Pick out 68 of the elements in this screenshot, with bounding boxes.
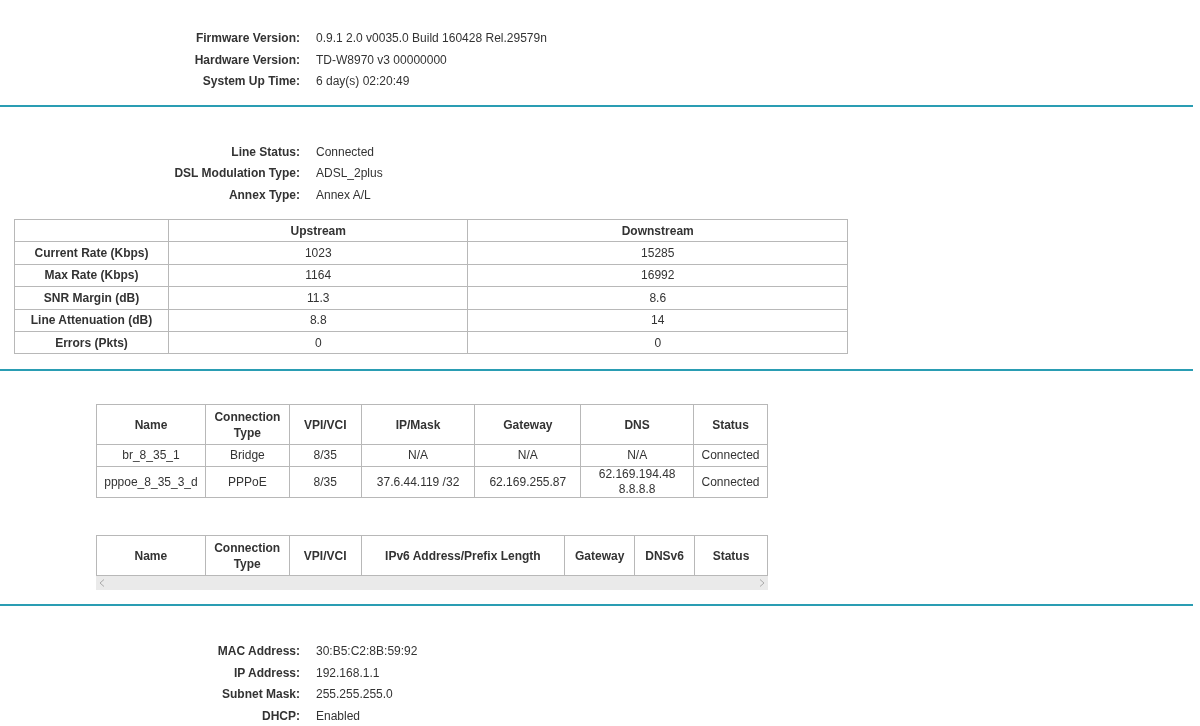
field-label: Annex Type:: [228, 186, 300, 204]
table-cell: pppoe_8_35_3_d: [96, 466, 206, 498]
column-header: Connection Type: [205, 535, 290, 576]
field-label: IP Address:: [233, 664, 300, 682]
field-value: Annex A/L: [316, 186, 371, 204]
column-header: Upstream: [168, 219, 468, 242]
scroll-left-icon[interactable]: [99, 579, 105, 588]
column-header: Connection Type: [205, 404, 290, 445]
column-header: Gateway: [564, 535, 635, 576]
horizontal-scrollbar[interactable]: [96, 576, 768, 591]
field-label: Line Status:: [231, 143, 300, 161]
field-value: TD-W8970 v3 00000000: [316, 51, 447, 69]
table-cell: 16992: [467, 264, 848, 287]
table-cell: 1023: [168, 241, 468, 265]
table-cell: PPPoE: [205, 466, 290, 498]
field-value: 192.168.1.1: [316, 664, 380, 682]
field-label: MAC Address:: [217, 643, 300, 661]
table-cell: Connected: [693, 466, 768, 498]
field-value: 255.255.255.0: [316, 686, 393, 704]
field-value: ADSL_2plus: [316, 165, 383, 182]
table-cell: 8/35: [289, 466, 362, 498]
table-cell: Connected: [693, 444, 768, 467]
field-value: Connected: [316, 143, 375, 161]
table-cell: 62.169.255.87: [474, 466, 581, 498]
table-cell: 8.6: [467, 286, 848, 310]
table-cell: 62.169.194.48 8.8.8.8: [580, 466, 694, 498]
row-header: SNR Margin (dB): [14, 286, 169, 310]
field-value: 30:B5:C2:8B:59:92: [316, 643, 418, 661]
field-label: Firmware Version:: [195, 30, 300, 47]
table-cell: 0: [467, 331, 848, 354]
table-cell: br_8_35_1: [96, 444, 206, 467]
table-cell: 14: [467, 309, 848, 332]
field-value: Enabled: [316, 707, 361, 725]
field-value: 0.9.1 2.0 v0035.0 Build 160428 Rel.29579n: [316, 30, 547, 47]
column-header: Status: [694, 535, 768, 576]
table-cell: N/A: [580, 444, 694, 467]
table-cell: 1164: [168, 264, 468, 287]
field-label: DSL Modulation Type:: [174, 165, 300, 182]
column-header: Name: [96, 535, 206, 576]
table-cell: 11.3: [168, 286, 468, 310]
column-header: DNS: [580, 404, 694, 445]
column-header: Downstream: [467, 219, 848, 242]
field-label: System Up Time:: [202, 73, 300, 90]
table-cell: 15285: [467, 241, 848, 265]
column-header: IP/Mask: [361, 404, 475, 445]
row-header: Max Rate (Kbps): [14, 264, 169, 287]
column-header: VPI/VCI: [289, 404, 362, 445]
field-label: Subnet Mask:: [222, 686, 300, 704]
field-label: DHCP:: [262, 707, 300, 725]
row-header: Current Rate (Kbps): [14, 241, 169, 265]
table-cell: N/A: [361, 444, 475, 467]
field-label: Hardware Version:: [194, 51, 300, 69]
column-header: VPI/VCI: [289, 535, 362, 576]
table-cell: 8.8: [168, 309, 468, 332]
table-cell: 8/35: [289, 444, 362, 467]
column-header: Status: [693, 404, 768, 445]
table-cell: Bridge: [205, 444, 290, 467]
scroll-right-icon[interactable]: [759, 579, 765, 588]
row-header: Line Attenuation (dB): [14, 309, 169, 332]
column-header: Gateway: [474, 404, 581, 445]
table-cell: N/A: [474, 444, 581, 467]
table-cell: 0: [168, 331, 468, 354]
column-header: IPv6 Address/Prefix Length: [361, 535, 565, 576]
table-cell: 37.6.44.119 /32: [361, 466, 475, 498]
column-header: Name: [96, 404, 206, 445]
field-value: 6 day(s) 02:20:49: [316, 73, 410, 90]
column-header: DNSv6: [634, 535, 695, 576]
row-header: Errors (Pkts): [14, 331, 169, 354]
